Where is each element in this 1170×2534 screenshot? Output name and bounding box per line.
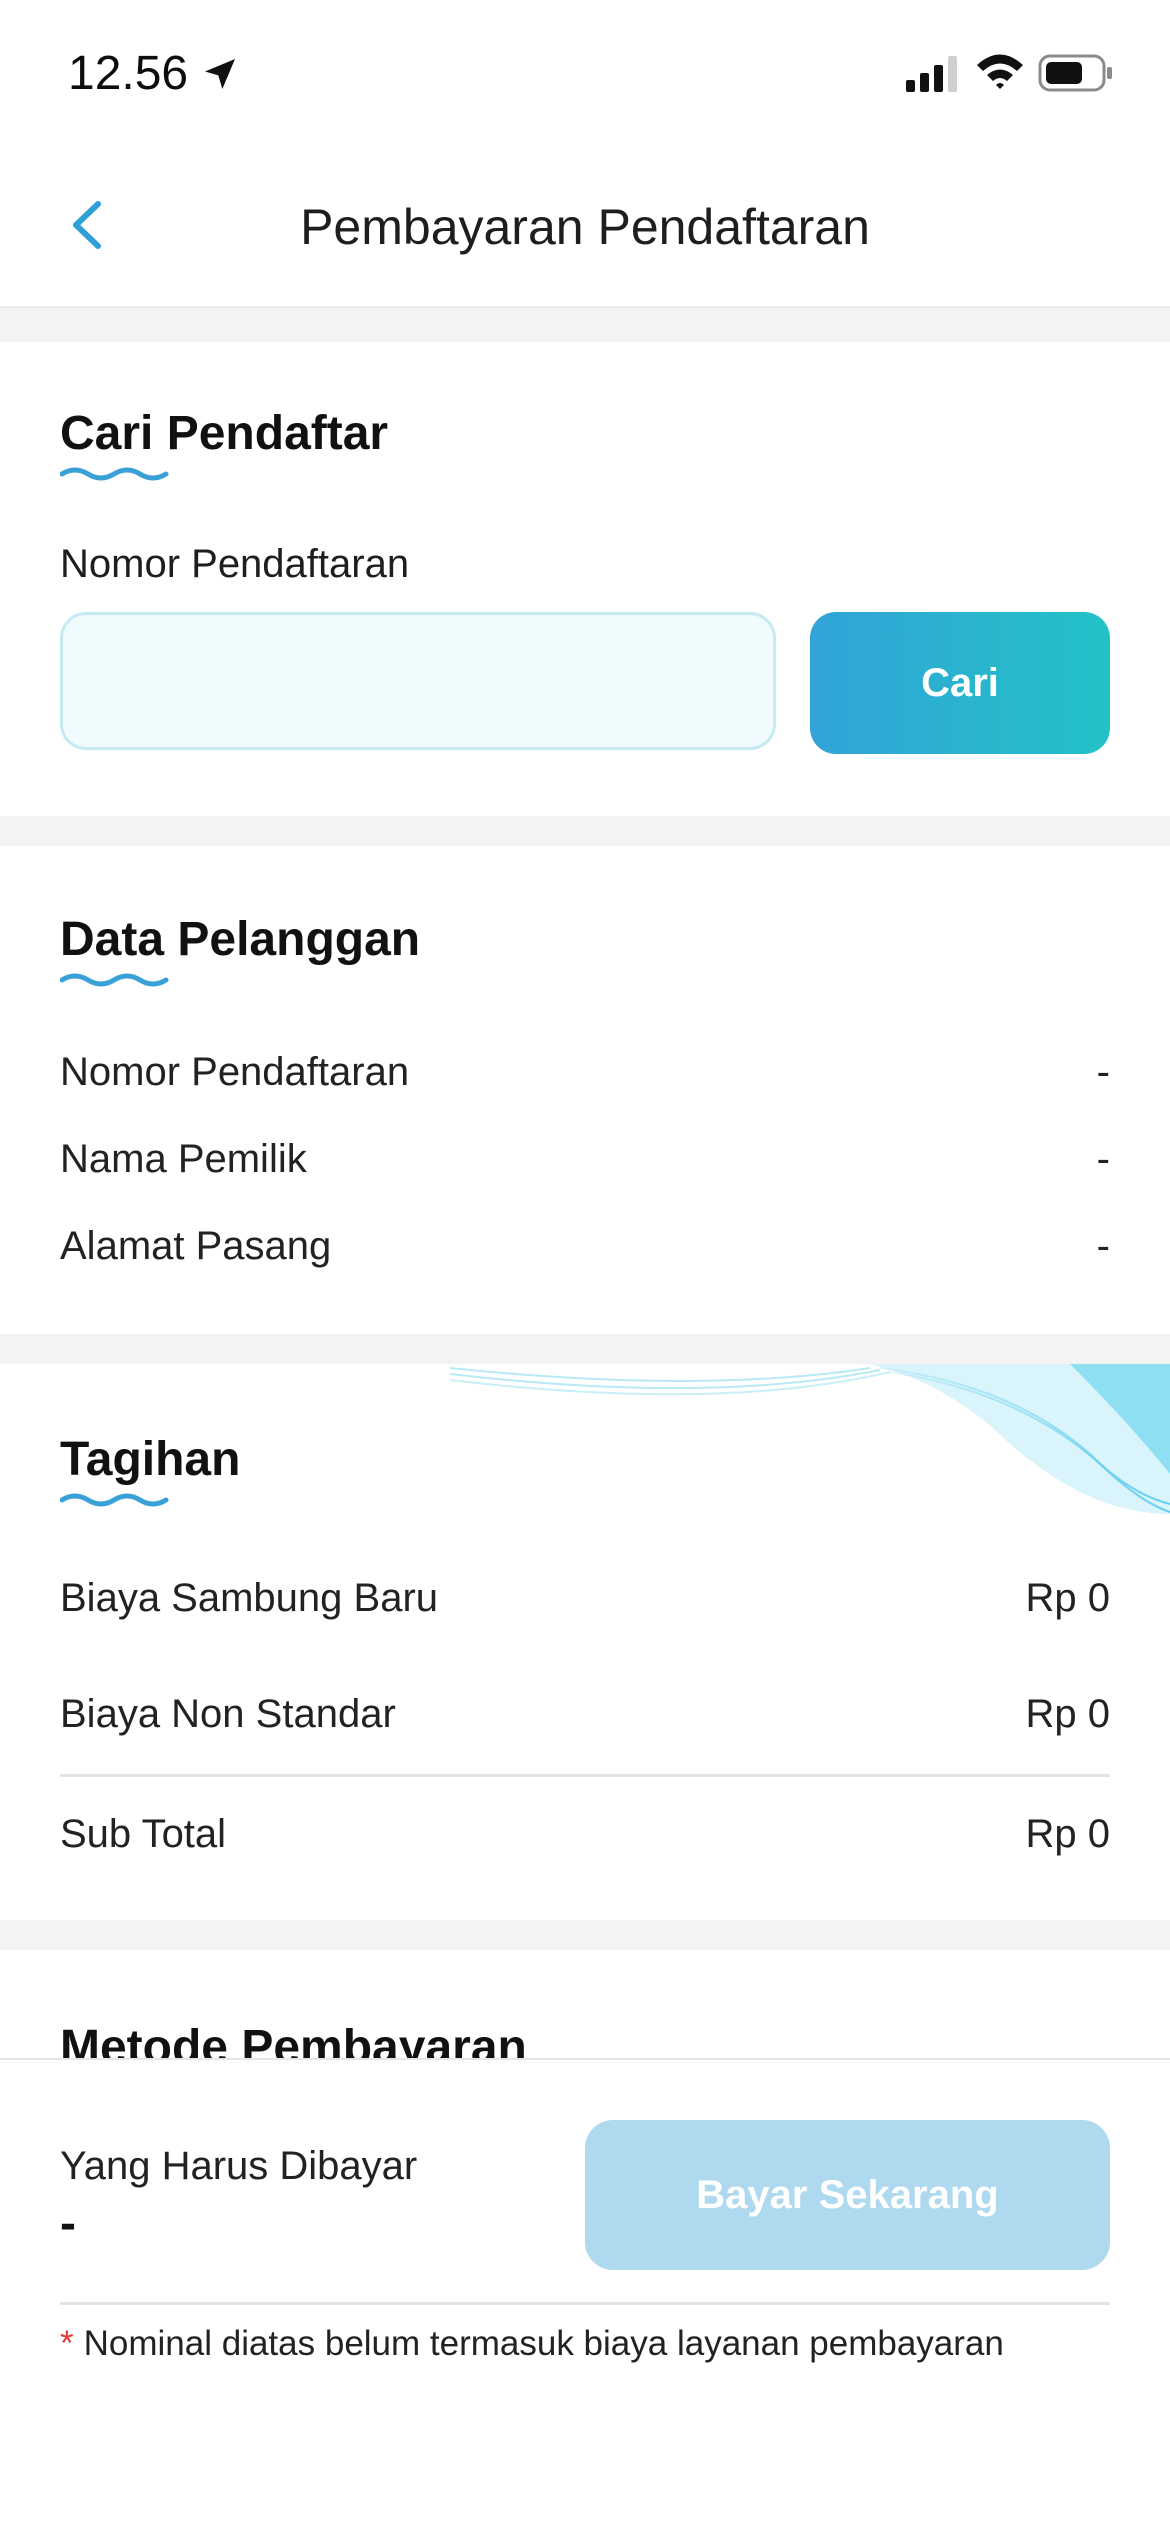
wave-decoration-icon bbox=[450, 1364, 1170, 1514]
status-time: 12.56 bbox=[68, 47, 189, 100]
pay-now-button[interactable]: Bayar Sekarang bbox=[585, 2120, 1110, 2270]
section-divider bbox=[0, 1920, 1170, 1950]
section-title: Data Pelanggan bbox=[60, 913, 421, 966]
section-title: Tagihan bbox=[60, 1433, 241, 1486]
wave-underline-icon bbox=[60, 467, 169, 481]
info-label: Nomor Pendaftaran bbox=[60, 1050, 410, 1094]
amount-due-label: Yang Harus Dibayar bbox=[60, 2144, 418, 2188]
bill-label: Biaya Non Standar bbox=[60, 1692, 396, 1736]
info-label: Alamat Pasang bbox=[60, 1224, 332, 1268]
cellular-signal-icon bbox=[906, 56, 957, 92]
required-asterisk: * bbox=[60, 2324, 74, 2363]
info-row: Alamat Pasang - bbox=[60, 1224, 1110, 1284]
registration-number-label: Nomor Pendaftaran bbox=[60, 542, 410, 586]
bill-label: Biaya Sambung Baru bbox=[60, 1576, 439, 1620]
wifi-icon bbox=[977, 54, 1023, 89]
subtotal-label: Sub Total bbox=[60, 1812, 227, 1856]
page-title: Pembayaran Pendaftaran bbox=[300, 199, 870, 255]
bill-row: Biaya Sambung Baru Rp 0 bbox=[60, 1576, 1110, 1636]
divider bbox=[60, 2302, 1110, 2305]
info-row: Nama Pemilik - bbox=[60, 1137, 1110, 1197]
wave-underline-icon bbox=[60, 1493, 169, 1507]
section-divider bbox=[0, 1334, 1170, 1364]
fee-note-text: Nominal diatas belum termasuk biaya laya… bbox=[83, 2324, 1004, 2363]
bill-card: Tagihan Biaya Sambung Baru Rp 0 Biaya No… bbox=[0, 1364, 1170, 1920]
bill-value: Rp 0 bbox=[1025, 1576, 1111, 1620]
section-divider bbox=[0, 816, 1170, 846]
info-label: Nama Pemilik bbox=[60, 1137, 307, 1181]
subtotal-row: Sub Total Rp 0 bbox=[60, 1812, 1110, 1872]
customer-data-card: Data Pelanggan Nomor Pendaftaran - Nama … bbox=[0, 846, 1170, 1334]
amount-due-value: - bbox=[60, 2197, 76, 2250]
section-title: Metode Pembayaran bbox=[60, 2021, 527, 2060]
payment-method-card: Metode Pembayaran bbox=[0, 1950, 1170, 2060]
bill-row: Biaya Non Standar Rp 0 bbox=[60, 1692, 1110, 1752]
battery-icon bbox=[1038, 54, 1112, 92]
info-value: - bbox=[1096, 1137, 1110, 1181]
search-card: Cari Pendaftar Nomor Pendaftaran Cari bbox=[0, 342, 1170, 816]
info-value: - bbox=[1096, 1050, 1110, 1094]
search-button[interactable]: Cari bbox=[810, 612, 1110, 754]
info-value: - bbox=[1096, 1224, 1110, 1268]
section-divider bbox=[0, 308, 1170, 342]
status-bar: 12.56 bbox=[0, 0, 1170, 150]
registration-number-input[interactable] bbox=[60, 612, 776, 750]
location-arrow-icon bbox=[205, 59, 235, 89]
payment-footer: Yang Harus Dibayar - Bayar Sekarang * Nom… bbox=[0, 2058, 1170, 2534]
divider bbox=[60, 1774, 1110, 1777]
subtotal-value: Rp 0 bbox=[1025, 1812, 1111, 1856]
info-row: Nomor Pendaftaran - bbox=[60, 1050, 1110, 1110]
wave-underline-icon bbox=[60, 973, 169, 987]
bill-value: Rp 0 bbox=[1025, 1692, 1111, 1736]
fee-note: * Nominal diatas belum termasuk biaya lay… bbox=[60, 2324, 1004, 2364]
navigation-bar: Pembayaran Pendaftaran bbox=[0, 150, 1170, 308]
section-title: Cari Pendaftar bbox=[60, 407, 389, 460]
